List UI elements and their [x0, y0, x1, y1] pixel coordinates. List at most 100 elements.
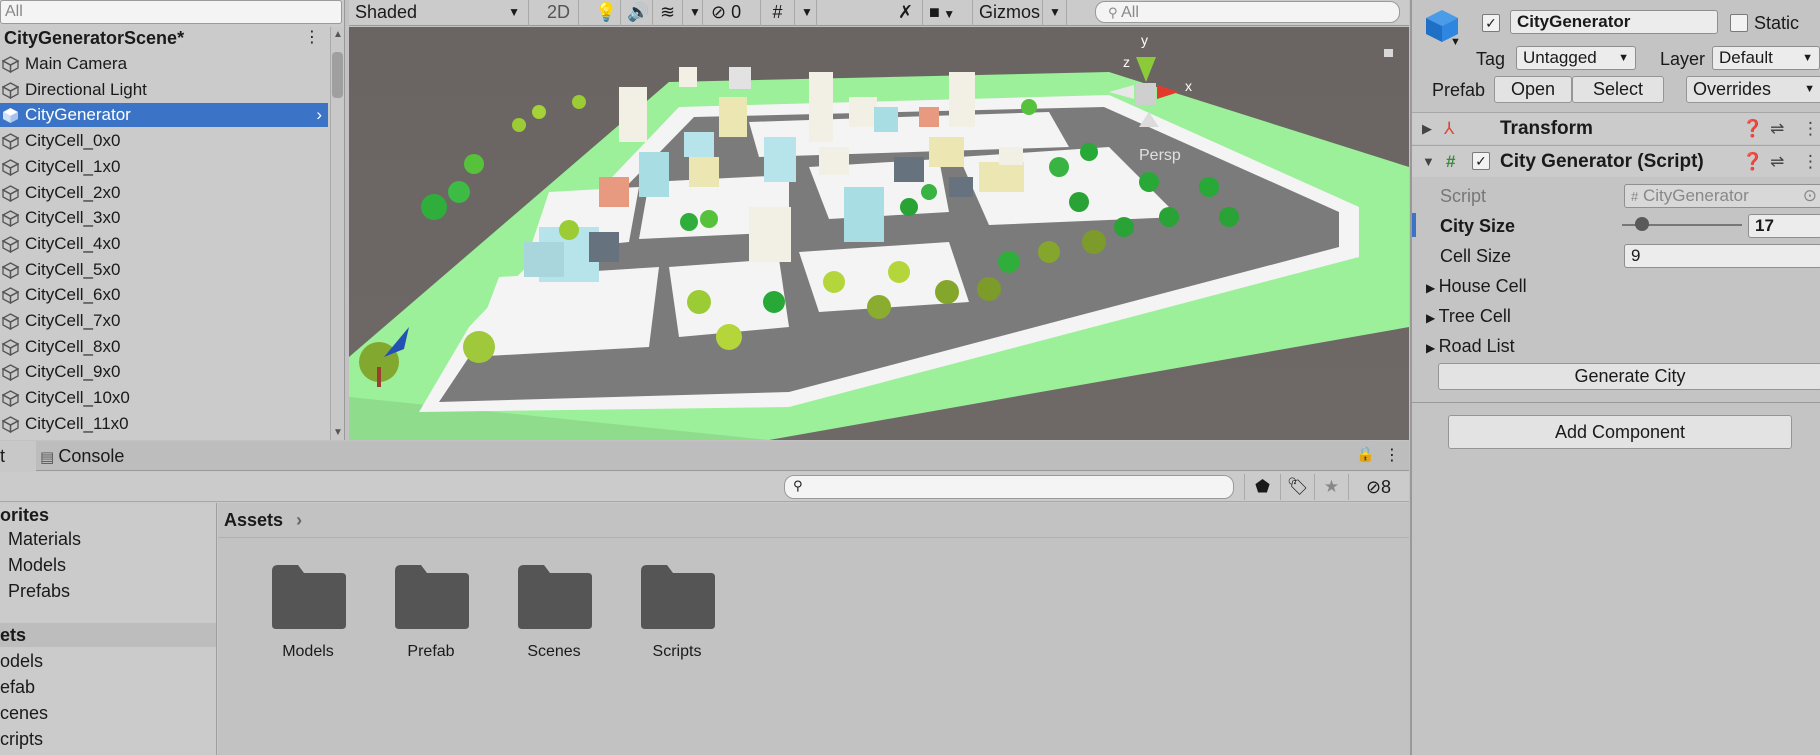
- hierarchy-item[interactable]: CityCell_10x0: [0, 386, 328, 410]
- hierarchy-item[interactable]: Main Camera: [0, 52, 328, 76]
- presets-icon[interactable]: ⇌: [1770, 113, 1784, 145]
- hierarchy-item[interactable]: CityCell_4x0: [0, 232, 328, 256]
- scene-name[interactable]: CityGeneratorScene*: [0, 27, 330, 49]
- component-menu-icon[interactable]: ⋮: [1802, 146, 1819, 178]
- hierarchy-item[interactable]: CityGenerator ›: [0, 103, 328, 128]
- hierarchy-item[interactable]: Directional Light: [0, 78, 328, 102]
- city-size-slider[interactable]: [1622, 217, 1742, 231]
- object-name-field[interactable]: CityGenerator: [1510, 10, 1718, 34]
- hierarchy-item[interactable]: CityCell_12x0: [0, 438, 328, 441]
- folder-label[interactable]: Models: [253, 643, 363, 661]
- folder-label[interactable]: Scenes: [499, 643, 609, 661]
- hierarchy-search-input[interactable]: All: [0, 0, 342, 24]
- breadcrumb-assets[interactable]: Assets: [224, 510, 283, 530]
- effects-dropdown-icon[interactable]: ▼: [683, 0, 703, 26]
- effects-toggle-icon[interactable]: ≋: [653, 0, 683, 26]
- search-by-label-icon[interactable]: 🏷: [1280, 474, 1314, 500]
- hierarchy-item[interactable]: CityCell_6x0: [0, 283, 328, 307]
- slider-knob[interactable]: [1635, 217, 1650, 231]
- hidden-packages-toggle[interactable]: ⊘8: [1348, 474, 1408, 500]
- foldout-right-icon[interactable]: ▶: [1422, 113, 1432, 145]
- hierarchy-item[interactable]: CityCell_7x0: [0, 309, 328, 333]
- audio-toggle-icon[interactable]: 🔊: [621, 0, 653, 26]
- city-size-input[interactable]: 17: [1748, 214, 1820, 238]
- cell-size-input[interactable]: 9: [1624, 244, 1820, 268]
- grid-toggle-icon[interactable]: #: [761, 0, 795, 26]
- asset-tree-item[interactable]: cenes: [0, 701, 216, 725]
- generate-city-button[interactable]: Generate City: [1438, 363, 1820, 390]
- tools-icon[interactable]: ✗: [889, 0, 923, 26]
- hierarchy-item[interactable]: CityCell_8x0: [0, 335, 328, 359]
- hierarchy-item[interactable]: CityCell_3x0: [0, 206, 328, 230]
- gameobject-icon: [2, 313, 19, 330]
- icon-dropdown-icon[interactable]: ▼: [1450, 36, 1461, 48]
- 2d-toggle-button[interactable]: 2D: [539, 0, 579, 26]
- scene-view[interactable]: y z x Persp: [349, 27, 1409, 440]
- asset-tree-item[interactable]: cripts: [0, 727, 216, 751]
- lighting-toggle-icon[interactable]: 💡: [589, 0, 621, 26]
- camera-settings-button[interactable]: ■ ▼: [923, 0, 973, 26]
- prefab-select-button[interactable]: Select: [1572, 76, 1664, 103]
- folder-label[interactable]: Scripts: [622, 643, 732, 661]
- folder-icon[interactable]: [639, 563, 715, 629]
- breadcrumb[interactable]: Assets ›: [224, 505, 302, 535]
- scroll-down-icon[interactable]: ▼: [333, 427, 343, 438]
- hierarchy-scroll-thumb[interactable]: [332, 52, 343, 98]
- tab-project[interactable]: t: [0, 441, 36, 471]
- hierarchy-item[interactable]: CityCell_5x0: [0, 258, 328, 282]
- asset-tree-item[interactable]: odels: [0, 649, 216, 673]
- help-icon[interactable]: ❓: [1742, 113, 1763, 145]
- folder-icon[interactable]: [516, 563, 592, 629]
- scroll-up-icon[interactable]: ▲: [333, 29, 343, 40]
- component-menu-icon[interactable]: ⋮: [1802, 113, 1819, 145]
- panel-menu-icon[interactable]: ⋮: [1384, 445, 1400, 465]
- object-picker-icon[interactable]: ⊙: [1803, 185, 1817, 207]
- search-by-type-icon[interactable]: ⬟: [1244, 474, 1280, 500]
- house-cell-foldout[interactable]: ▶ House Cell: [1426, 274, 1527, 300]
- static-checkbox[interactable]: [1730, 14, 1748, 32]
- favorite-item[interactable]: Models: [0, 553, 216, 577]
- favorite-item-label: Prefabs: [8, 581, 71, 601]
- layer-dropdown[interactable]: Default ▼: [1712, 46, 1820, 70]
- folder-icon[interactable]: [393, 563, 469, 629]
- favorite-item[interactable]: Materials: [0, 527, 216, 551]
- scene-menu-icon[interactable]: ⋮: [304, 27, 320, 49]
- lock-icon[interactable]: 🔒: [1356, 445, 1375, 463]
- transform-header[interactable]: ▶ ⅄ Transform ❓ ⇌ ⋮: [1412, 112, 1820, 144]
- hierarchy-item[interactable]: CityCell_9x0: [0, 360, 328, 384]
- prefab-open-button[interactable]: Open: [1494, 76, 1572, 103]
- hierarchy-item[interactable]: CityCell_11x0: [0, 412, 328, 436]
- prefab-overrides-dropdown[interactable]: Overrides ▼: [1686, 76, 1820, 103]
- shading-mode-dropdown[interactable]: Shaded ▼: [349, 0, 529, 26]
- help-icon[interactable]: ❓: [1742, 146, 1763, 178]
- gizmos-dropdown-icon[interactable]: ▼: [1043, 0, 1067, 26]
- grid-dropdown-icon[interactable]: ▼: [795, 0, 817, 26]
- add-component-button[interactable]: Add Component: [1448, 415, 1792, 449]
- hidden-objects-toggle[interactable]: ⊘ 0: [705, 0, 761, 26]
- script-enabled-checkbox[interactable]: ✓: [1472, 152, 1490, 170]
- script-field[interactable]: # CityGenerator ⊙: [1624, 184, 1820, 208]
- favorite-item[interactable]: Prefabs: [0, 579, 216, 603]
- favorite-star-icon[interactable]: ★: [1314, 474, 1348, 500]
- script-component-header[interactable]: ▼ # ✓ City Generator (Script) ❓ ⇌ ⋮: [1412, 145, 1820, 177]
- project-search-input[interactable]: ⚲: [784, 475, 1234, 499]
- presets-icon[interactable]: ⇌: [1770, 146, 1784, 178]
- lock-icon[interactable]: [1384, 49, 1393, 57]
- tab-console[interactable]: ▤ Console: [40, 441, 160, 471]
- projection-label[interactable]: Persp: [1139, 147, 1181, 164]
- assets-header[interactable]: ets: [0, 623, 216, 647]
- road-list-foldout[interactable]: ▶ Road List: [1426, 334, 1515, 360]
- hierarchy-item[interactable]: CityCell_2x0: [0, 181, 328, 205]
- hierarchy-item[interactable]: CityCell_1x0: [0, 155, 328, 179]
- tag-dropdown[interactable]: Untagged ▼: [1516, 46, 1636, 70]
- favorites-header[interactable]: orites: [0, 503, 216, 527]
- folder-icon[interactable]: [270, 563, 346, 629]
- foldout-down-icon[interactable]: ▼: [1422, 146, 1435, 178]
- scene-search-input[interactable]: ⚲ All: [1095, 1, 1400, 23]
- gizmos-button[interactable]: Gizmos: [973, 0, 1043, 26]
- asset-tree-item[interactable]: efab: [0, 675, 216, 699]
- hierarchy-item[interactable]: CityCell_0x0: [0, 129, 328, 153]
- folder-label[interactable]: Prefab: [376, 643, 486, 661]
- tree-cell-foldout[interactable]: ▶ Tree Cell: [1426, 304, 1511, 330]
- active-checkbox[interactable]: ✓: [1482, 14, 1500, 32]
